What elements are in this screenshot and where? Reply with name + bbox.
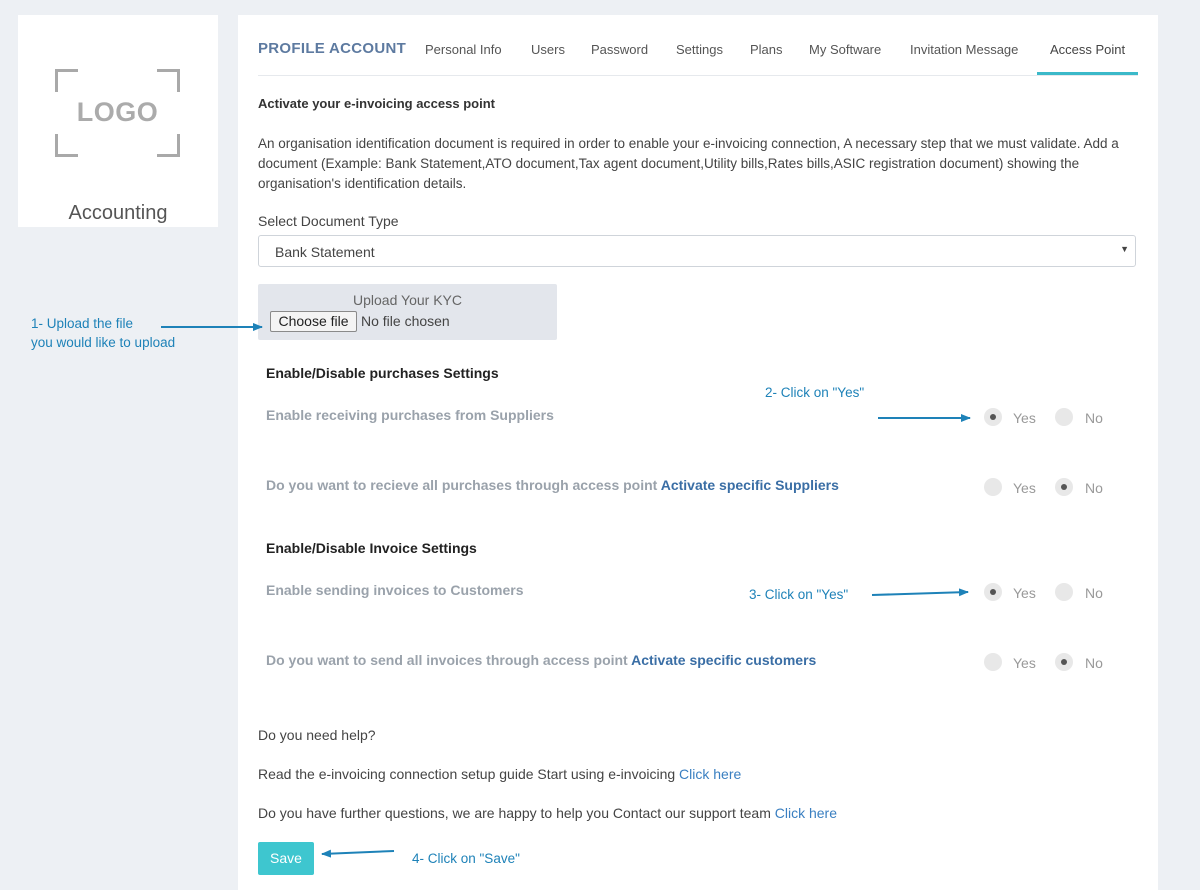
radio-label-no: No [1085, 585, 1103, 601]
tab-password[interactable]: Password [591, 42, 648, 57]
radio-all-invoices-no[interactable] [1055, 653, 1073, 671]
logo-text: LOGO [76, 97, 159, 127]
tab-users[interactable]: Users [531, 42, 565, 57]
radio-label-yes: Yes [1013, 655, 1036, 671]
setting-label: Do you want to send all invoices through… [266, 652, 628, 668]
tab-invitation-message[interactable]: Invitation Message [910, 42, 1018, 57]
upload-title: Upload Your KYC [353, 292, 462, 308]
logo-corner [157, 134, 180, 157]
annotation-step-1: 1- Upload the file you would like to upl… [31, 314, 175, 352]
radio-receive-purchases-yes[interactable] [984, 408, 1002, 426]
logo-corner [55, 134, 78, 157]
annotation-step-3: 3- Click on "Yes" [749, 587, 849, 602]
document-type-value: Bank Statement [275, 244, 375, 260]
invoice-settings-title: Enable/Disable Invoice Settings [266, 540, 477, 556]
radio-label-yes: Yes [1013, 410, 1036, 426]
radio-label-yes: Yes [1013, 480, 1036, 496]
purchases-settings-title: Enable/Disable purchases Settings [266, 365, 499, 381]
setting-label: Enable sending invoices to Customers [266, 582, 524, 598]
radio-label-no: No [1085, 410, 1103, 426]
logo-corner [55, 69, 78, 92]
kyc-description: An organisation identification document … [258, 136, 1119, 191]
logo: LOGO [55, 69, 180, 157]
radio-all-invoices-yes[interactable] [984, 653, 1002, 671]
activate-specific-customers-link[interactable]: Activate specific customers [631, 652, 816, 668]
tab-plans[interactable]: Plans [750, 42, 783, 57]
setup-guide-link[interactable]: Click here [679, 766, 741, 782]
radio-all-purchases-yes[interactable] [984, 478, 1002, 496]
logo-corner [157, 69, 180, 92]
setting-receive-purchases: Enable receiving purchases from Supplier… [266, 407, 554, 423]
annotation-step-2: 2- Click on "Yes" [765, 385, 865, 400]
setup-guide-line: Read the e-invoicing connection setup gu… [258, 766, 741, 782]
document-type-label: Select Document Type [258, 213, 399, 229]
support-link[interactable]: Click here [775, 805, 837, 821]
tab-bar: PROFILE ACCOUNT Personal Info Users Pass… [258, 15, 1138, 76]
save-button[interactable]: Save [258, 842, 314, 875]
annotation-step-1-line-1: 1- Upload the file [31, 316, 134, 331]
annotation-step-4: 4- Click on "Save" [412, 851, 520, 866]
setup-guide-text: Read the e-invoicing connection setup gu… [258, 766, 676, 782]
tab-personal-info[interactable]: Personal Info [425, 42, 502, 57]
support-text: Do you have further questions, we are ha… [258, 805, 771, 821]
radio-all-purchases-no[interactable] [1055, 478, 1073, 496]
kyc-upload-box: Upload Your KYC Choose file No file chos… [258, 284, 557, 340]
company-card: LOGO Accounting [18, 15, 218, 227]
choose-file-button[interactable]: Choose file [270, 311, 357, 332]
radio-label-yes: Yes [1013, 585, 1036, 601]
radio-send-invoices-yes[interactable] [984, 583, 1002, 601]
radio-receive-purchases-no[interactable] [1055, 408, 1073, 426]
page-title: PROFILE ACCOUNT [258, 40, 407, 57]
annotation-step-1-line-2: you would like to upload [31, 335, 176, 350]
tab-access-point[interactable]: Access Point [1050, 42, 1125, 57]
tab-settings[interactable]: Settings [676, 42, 723, 57]
profile-account-panel: PROFILE ACCOUNT Personal Info Users Pass… [238, 15, 1158, 890]
radio-send-invoices-no[interactable] [1055, 583, 1073, 601]
active-tab-indicator [1037, 72, 1138, 75]
setting-label: Enable receiving purchases from Supplier… [266, 407, 554, 423]
support-line: Do you have further questions, we are ha… [258, 805, 837, 821]
file-status: No file chosen [361, 313, 450, 329]
radio-label-no: No [1085, 480, 1103, 496]
setting-all-invoices-access-point: Do you want to send all invoices through… [266, 652, 816, 668]
radio-label-no: No [1085, 655, 1103, 671]
section-heading: Activate your e-invoicing access point [258, 96, 495, 111]
caret-down-icon: ▼ [1120, 244, 1129, 254]
activate-specific-suppliers-link[interactable]: Activate specific Suppliers [661, 477, 839, 493]
setting-label: Do you want to recieve all purchases thr… [266, 477, 658, 493]
company-name: Accounting [68, 202, 168, 224]
help-question: Do you need help? [258, 727, 376, 743]
setting-send-invoices: Enable sending invoices to Customers [266, 582, 524, 598]
document-type-select[interactable]: Bank Statement ▼ [258, 235, 1136, 267]
tab-my-software[interactable]: My Software [809, 42, 881, 57]
setting-all-purchases-access-point: Do you want to recieve all purchases thr… [266, 477, 839, 493]
